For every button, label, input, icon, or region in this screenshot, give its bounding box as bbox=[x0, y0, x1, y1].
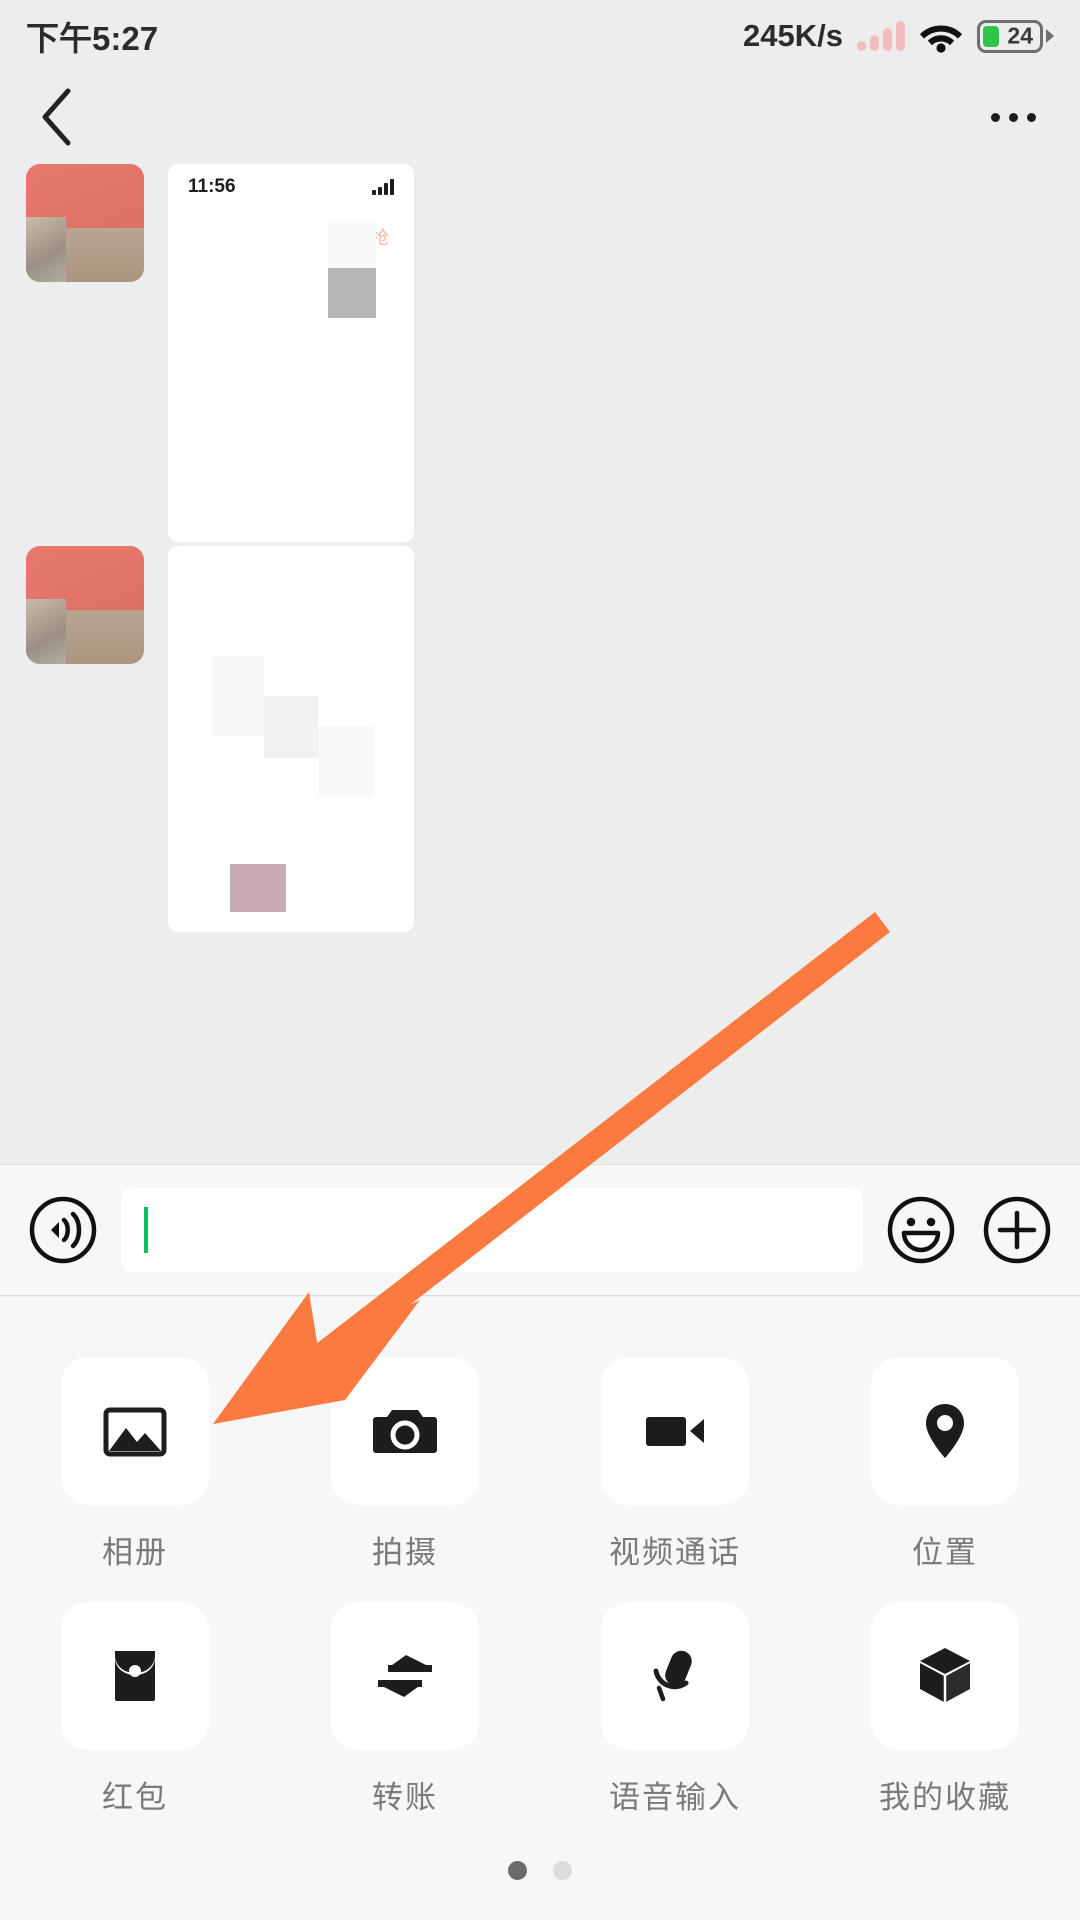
panel-item-label: 视频通话 bbox=[609, 1535, 741, 1570]
message-input-bar bbox=[0, 1164, 1080, 1296]
panel-item-label: 语音输入 bbox=[609, 1780, 741, 1815]
camera-icon bbox=[373, 1410, 437, 1453]
panel-item-label: 位置 bbox=[912, 1535, 978, 1570]
wifi-icon bbox=[920, 25, 962, 53]
chat-message-row[interactable] bbox=[26, 546, 414, 932]
video-call-icon bbox=[646, 1417, 704, 1446]
panel-item-transfer[interactable]: 转账 bbox=[270, 1602, 540, 1817]
navigation-bar bbox=[0, 72, 1080, 154]
more-functions-button[interactable] bbox=[980, 1193, 1054, 1267]
image-icon bbox=[103, 1407, 167, 1457]
page-dot-1[interactable] bbox=[508, 1861, 527, 1880]
panel-item-label: 我的收藏 bbox=[879, 1780, 1011, 1815]
panel-item-label: 转账 bbox=[372, 1780, 438, 1815]
status-indicators: 245K/s 24 bbox=[743, 18, 1054, 54]
transfer-arrows-icon bbox=[378, 1655, 432, 1697]
embedded-screenshot-statusbar: 11:56 bbox=[168, 164, 414, 210]
message-text-input[interactable] bbox=[122, 1188, 862, 1272]
voice-input-tile[interactable] bbox=[601, 1602, 749, 1750]
embedded-screenshot-time: 11:56 bbox=[188, 176, 236, 197]
panel-item-album[interactable]: 相册 bbox=[0, 1357, 270, 1572]
panel-item-label: 红包 bbox=[102, 1780, 168, 1815]
camera-tile[interactable] bbox=[331, 1357, 479, 1505]
location-pin-icon bbox=[926, 1404, 964, 1458]
avatar[interactable] bbox=[26, 164, 144, 282]
page-dot-2[interactable] bbox=[553, 1861, 572, 1880]
panel-item-video-call[interactable]: 视频通话 bbox=[540, 1357, 810, 1572]
favorites-tile[interactable] bbox=[871, 1602, 1019, 1750]
voice-input-button[interactable] bbox=[26, 1193, 100, 1267]
video-call-tile[interactable] bbox=[601, 1357, 749, 1505]
more-options-icon bbox=[990, 112, 1000, 122]
album-tile[interactable] bbox=[61, 1357, 209, 1505]
panel-item-label: 拍摄 bbox=[372, 1535, 438, 1570]
phone-screen: 下午5:27 245K/s 24 11:56 相册 拍摄 视频通话 位置 红包 … bbox=[0, 0, 1080, 1920]
cube-favorites-icon bbox=[920, 1648, 970, 1702]
status-bar: 下午5:27 245K/s 24 bbox=[0, 0, 1080, 72]
attachment-grid: 相册 拍摄 视频通话 位置 红包 转账 语音输入 我的收藏 bbox=[0, 1357, 1080, 1817]
image-message-bubble[interactable] bbox=[168, 546, 414, 932]
panel-item-camera[interactable]: 拍摄 bbox=[270, 1357, 540, 1572]
red-packet-tile[interactable] bbox=[61, 1602, 209, 1750]
chat-message-list[interactable]: 11:56 已抢 bbox=[0, 154, 1080, 1164]
avatar[interactable] bbox=[26, 546, 144, 664]
signal-bars-icon bbox=[857, 21, 905, 51]
panel-item-favorites[interactable]: 我的收藏 bbox=[810, 1602, 1080, 1817]
microphone-icon bbox=[653, 1650, 692, 1702]
chat-message-row[interactable]: 11:56 已抢 bbox=[26, 164, 414, 542]
more-options-button[interactable] bbox=[978, 86, 1048, 148]
battery-icon: 24 bbox=[977, 19, 1054, 53]
panel-item-voice-input[interactable]: 语音输入 bbox=[540, 1602, 810, 1817]
emoji-button[interactable] bbox=[884, 1193, 958, 1267]
attachment-panel: 相册 拍摄 视频通话 位置 红包 转账 语音输入 我的收藏 bbox=[0, 1297, 1080, 1920]
embedded-signal-icon bbox=[372, 179, 394, 195]
panel-item-red-packet[interactable]: 红包 bbox=[0, 1602, 270, 1817]
status-time: 下午5:27 bbox=[26, 20, 159, 57]
panel-item-location[interactable]: 位置 bbox=[810, 1357, 1080, 1572]
battery-level-text: 24 bbox=[1007, 22, 1033, 49]
panel-item-label: 相册 bbox=[102, 1535, 168, 1570]
emoji-smiley-icon bbox=[887, 1196, 955, 1264]
image-message-bubble[interactable]: 11:56 已抢 bbox=[168, 164, 414, 542]
red-packet-icon bbox=[115, 1651, 155, 1701]
voice-input-icon bbox=[29, 1196, 97, 1264]
transfer-tile[interactable] bbox=[331, 1602, 479, 1750]
back-button[interactable] bbox=[26, 86, 88, 148]
text-caret bbox=[144, 1207, 148, 1253]
chevron-left-icon bbox=[42, 88, 71, 146]
network-speed-text: 245K/s bbox=[743, 18, 843, 53]
plus-circle-icon bbox=[983, 1196, 1051, 1264]
location-tile[interactable] bbox=[871, 1357, 1019, 1505]
page-indicator bbox=[0, 1861, 1080, 1880]
